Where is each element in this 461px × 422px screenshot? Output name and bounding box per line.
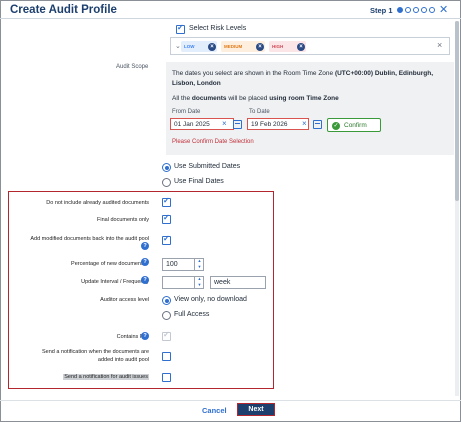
add-modified-label: Add modified documents back into the aud… — [30, 236, 149, 242]
final-only-checkbox[interactable] — [162, 213, 171, 224]
step-dot-2 — [405, 7, 411, 13]
to-calendar-icon[interactable] — [313, 120, 322, 129]
remove-low-icon[interactable]: × — [208, 42, 216, 51]
confirm-dates-button[interactable]: ✓ Confirm — [327, 118, 381, 132]
to-date-label: To Date — [249, 109, 270, 115]
to-date-input[interactable]: 19 Feb 2026 — [247, 118, 309, 130]
interval-label: Update Interval / Frequency — [81, 279, 149, 285]
interval-unit-select[interactable]: week — [210, 276, 266, 289]
chevron-down-icon[interactable]: ⌄ — [175, 42, 181, 50]
cancel-button[interactable]: Cancel — [196, 404, 232, 416]
step-dot-1 — [397, 7, 403, 13]
timezone-notice-line1: The dates you select are shown in the Ro… — [172, 70, 433, 77]
help-icon[interactable]: ? — [141, 258, 149, 266]
notify-pool-checkbox[interactable] — [162, 352, 171, 361]
remove-high-icon[interactable]: × — [297, 42, 305, 51]
not-audited-label: Do not include already audited documents — [46, 200, 149, 206]
clear-to-date-icon[interactable]: × — [302, 119, 307, 128]
clear-from-date-icon[interactable]: × — [222, 119, 227, 128]
final-only-label: Final documents only — [97, 217, 149, 223]
check-circle-icon: ✓ — [332, 121, 340, 130]
help-icon[interactable]: ? — [141, 242, 149, 250]
notify-pool-label-line1: Send a notification when the documents a… — [41, 349, 149, 355]
risk-level-multiselect[interactable]: ⌄ LOW × MEDIUM × HIGH × × — [170, 37, 450, 55]
audit-scope-label: Audit Scope — [116, 64, 149, 70]
remove-medium-icon[interactable]: × — [256, 42, 264, 51]
use-submitted-dates-label: Use Submitted Dates — [174, 163, 241, 170]
dialog-title: Create Audit Profile — [10, 4, 117, 16]
full-access-label: Full Access — [174, 311, 210, 318]
select-risk-levels-checkbox[interactable] — [176, 23, 185, 34]
timezone-notice-line2: Lisbon, London — [172, 80, 221, 87]
percentage-stepper[interactable]: ▲ ▼ — [194, 258, 204, 271]
footer-divider — [0, 400, 461, 401]
documents-timezone-notice: All the documents will be placed using r… — [172, 95, 339, 102]
view-only-label: View only, no download — [174, 296, 247, 303]
use-submitted-dates-radio[interactable] — [162, 163, 171, 172]
confirm-label: Confirm — [344, 122, 367, 129]
date-error-message: Please Confirm Date Selection — [172, 139, 254, 145]
close-icon[interactable]: ✕ — [439, 3, 448, 16]
step-dot-3 — [413, 7, 419, 13]
header-divider — [0, 18, 461, 19]
contains-phi-checkbox — [162, 330, 171, 341]
risk-chip-medium: MEDIUM × — [221, 41, 265, 52]
view-only-radio[interactable] — [162, 296, 171, 305]
risk-chip-high-label: HIGH — [272, 44, 284, 49]
add-modified-checkbox[interactable] — [162, 234, 171, 245]
full-access-radio[interactable] — [162, 311, 171, 320]
not-audited-checkbox[interactable] — [162, 196, 171, 207]
risk-chip-low: LOW × — [181, 41, 217, 52]
risk-chip-medium-label: MEDIUM — [224, 44, 243, 49]
use-final-dates-radio[interactable] — [162, 178, 171, 187]
use-final-dates-label: Use Final Dates — [174, 178, 224, 185]
step-dot-5 — [429, 7, 435, 13]
help-icon[interactable]: ? — [141, 276, 149, 284]
help-icon[interactable]: ? — [141, 332, 149, 340]
access-level-label: Auditor access level — [100, 297, 149, 303]
select-risk-levels-label: Select Risk Levels — [189, 25, 247, 32]
next-button[interactable]: Next — [237, 403, 275, 416]
percentage-label: Percentage of new documents * — [71, 261, 149, 267]
notify-pool-label-line2: added into audit pool — [97, 357, 149, 363]
step-dot-4 — [421, 7, 427, 13]
notify-issues-label: Send a notification for audit issues — [63, 374, 149, 380]
interval-stepper[interactable]: ▲ ▼ — [194, 276, 204, 289]
notify-issues-checkbox[interactable] — [162, 373, 171, 382]
clear-all-icon[interactable]: × — [437, 40, 442, 50]
from-date-label: From Date — [172, 109, 201, 115]
scrollbar-thumb[interactable] — [455, 21, 459, 201]
risk-chip-high: HIGH × — [269, 41, 306, 52]
from-calendar-icon[interactable] — [233, 120, 242, 129]
step-indicator-label: Step 1 — [370, 6, 393, 15]
risk-chip-low-label: LOW — [184, 44, 195, 49]
